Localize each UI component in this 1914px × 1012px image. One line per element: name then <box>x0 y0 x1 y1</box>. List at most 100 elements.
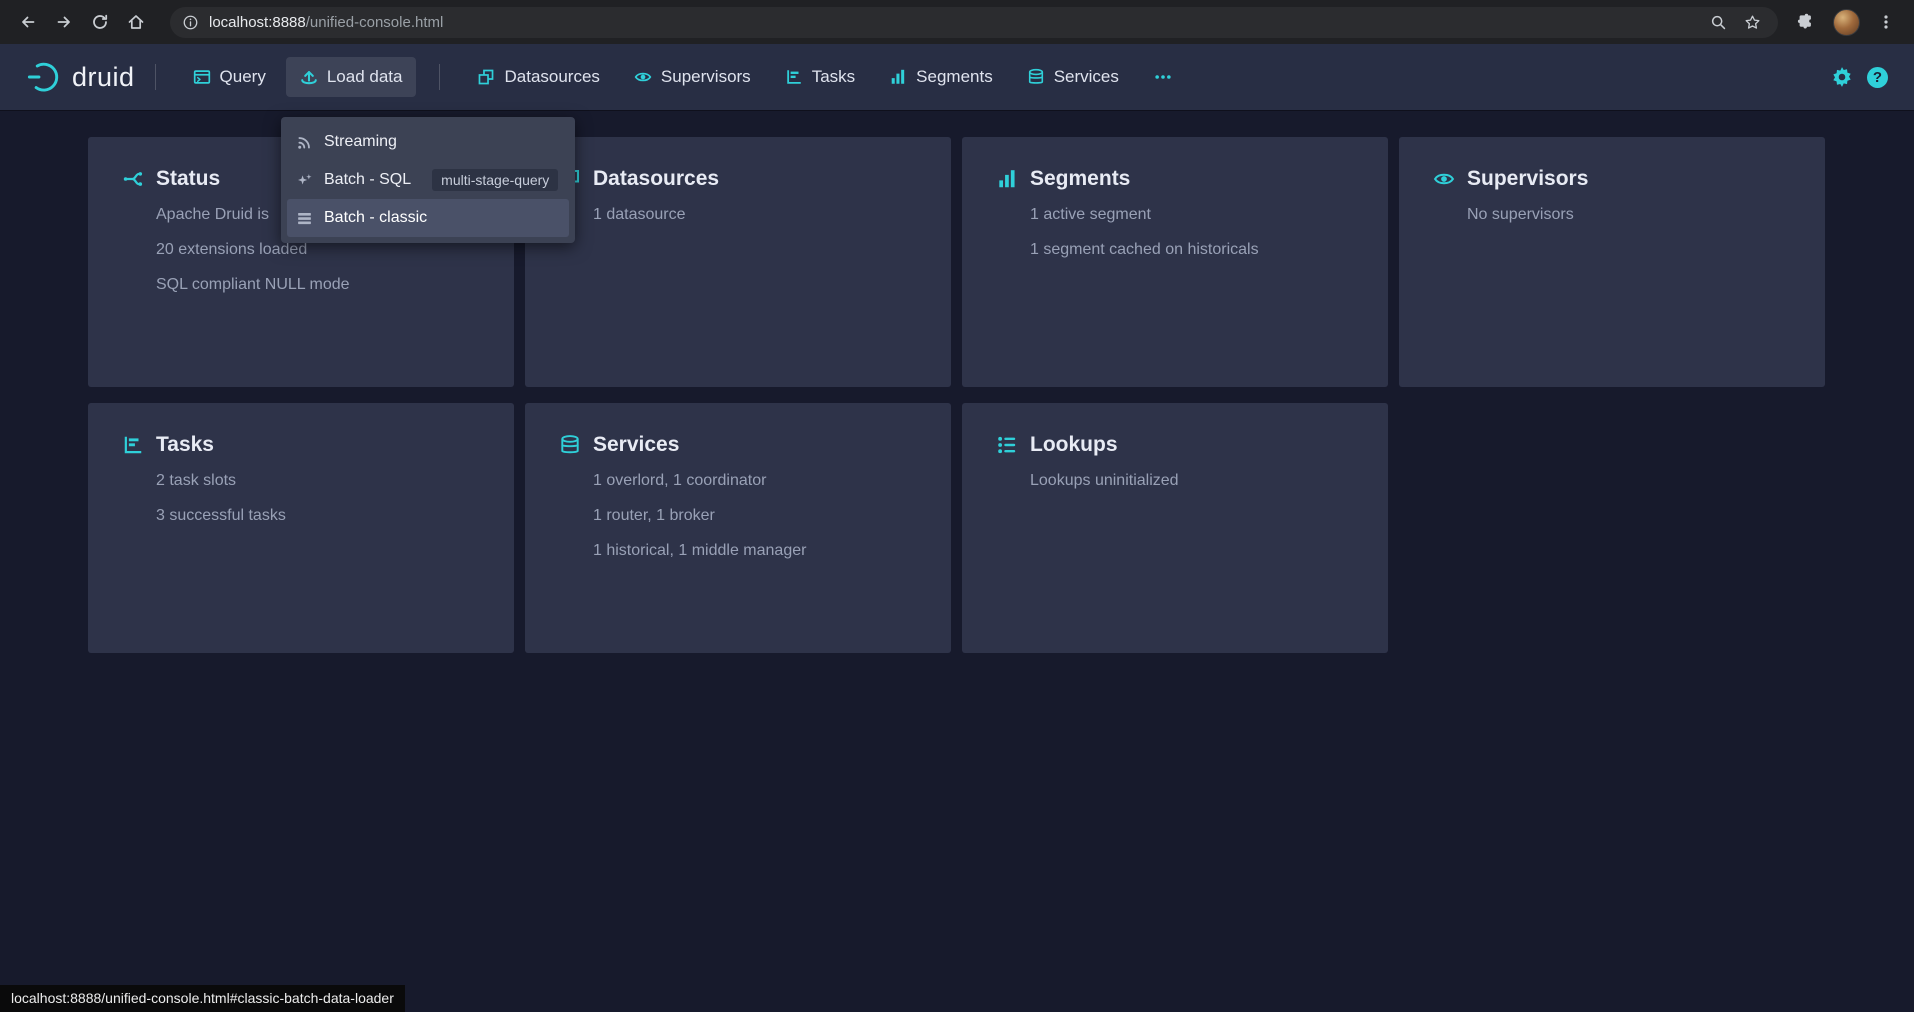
card-supervisors[interactable]: Supervisors No supervisors <box>1399 137 1825 387</box>
profile-button[interactable] <box>1828 4 1864 40</box>
back-button[interactable] <box>10 4 46 40</box>
bookmark-button[interactable] <box>1738 8 1766 36</box>
feed-icon <box>296 134 313 151</box>
upload-icon <box>300 68 318 86</box>
site-info-icon[interactable] <box>182 14 199 31</box>
nav-more-button[interactable] <box>1139 58 1187 96</box>
nav-divider <box>439 64 440 90</box>
nav-divider <box>155 64 156 90</box>
card-line: 1 active segment <box>1030 197 1364 232</box>
nav-item-label: Segments <box>916 67 993 87</box>
card-title: Tasks <box>156 433 214 457</box>
menu-item-label: Batch - classic <box>324 209 427 227</box>
menu-item-batch-sql[interactable]: Batch - SQL multi-stage-query <box>287 161 569 199</box>
settings-button[interactable] <box>1831 66 1853 88</box>
nav-item-supervisors[interactable]: Supervisors <box>620 57 765 97</box>
url-host: localhost:8888 <box>209 14 306 31</box>
card-services[interactable]: Services 1 overlord, 1 coordinator 1 rou… <box>525 403 951 653</box>
brand-name: druid <box>72 62 135 93</box>
database-icon <box>559 434 581 456</box>
zoom-icon <box>1710 14 1727 31</box>
nav-item-services[interactable]: Services <box>1013 57 1133 97</box>
database-icon <box>1027 68 1045 86</box>
nav-item-query[interactable]: Query <box>179 57 280 97</box>
card-line: 2 task slots <box>156 463 490 498</box>
card-line: 1 router, 1 broker <box>593 498 927 533</box>
back-icon <box>19 13 37 31</box>
nav-item-label: Datasources <box>504 67 599 87</box>
sparkle-icon <box>296 172 313 189</box>
address-bar[interactable]: localhost:8888/unified-console.html <box>170 7 1778 38</box>
forward-icon <box>55 13 73 31</box>
nav-item-label: Query <box>220 67 266 87</box>
avatar <box>1833 9 1860 36</box>
gantt-icon <box>785 68 803 86</box>
menu-item-batch-classic[interactable]: Batch - classic <box>287 199 569 237</box>
home-icon <box>127 13 145 31</box>
nav-item-label: Supervisors <box>661 67 751 87</box>
bar-chart-icon <box>996 168 1018 190</box>
forward-button[interactable] <box>46 4 82 40</box>
star-icon <box>1744 14 1761 31</box>
menu-item-label: Streaming <box>324 133 397 151</box>
gear-icon <box>1831 66 1853 88</box>
query-icon <box>193 68 211 86</box>
druid-logo-icon <box>26 59 62 95</box>
card-title: Lookups <box>1030 433 1118 457</box>
nav-item-label: Services <box>1054 67 1119 87</box>
list-rows-icon <box>296 210 313 227</box>
browser-toolbar: localhost:8888/unified-console.html <box>0 0 1914 44</box>
datasources-icon <box>477 68 495 86</box>
card-title: Status <box>156 167 220 191</box>
card-line: SQL compliant NULL mode <box>156 267 490 302</box>
bar-chart-icon <box>889 68 907 86</box>
nav-item-label: Load data <box>327 67 403 87</box>
home-button[interactable] <box>118 4 154 40</box>
card-tasks[interactable]: Tasks 2 task slots 3 successful tasks <box>88 403 514 653</box>
link-preview-statusbar: localhost:8888/unified-console.html#clas… <box>0 985 405 1012</box>
card-title: Segments <box>1030 167 1130 191</box>
url-path: /unified-console.html <box>306 14 444 31</box>
card-title: Services <box>593 433 679 457</box>
console-home: Status Apache Druid is 20 extensions loa… <box>0 110 1914 1012</box>
load-data-menu: Streaming Batch - SQL multi-stage-query … <box>281 117 575 243</box>
card-lookups[interactable]: Lookups Lookups uninitialized <box>962 403 1388 653</box>
help-icon: ? <box>1867 67 1888 88</box>
properties-list-icon <box>996 434 1018 456</box>
card-line: 1 historical, 1 middle manager <box>593 533 927 568</box>
nav-item-load-data[interactable]: Load data <box>286 57 417 97</box>
nav-item-datasources[interactable]: Datasources <box>463 57 613 97</box>
menu-item-label: Batch - SQL <box>324 171 411 189</box>
more-dots-icon <box>1153 68 1173 86</box>
eye-icon <box>1433 168 1455 190</box>
card-line: 1 datasource <box>593 197 927 232</box>
card-title: Datasources <box>593 167 719 191</box>
nav-item-segments[interactable]: Segments <box>875 57 1007 97</box>
kebab-menu-icon <box>1878 13 1894 31</box>
nav-item-label: Tasks <box>812 67 855 87</box>
fork-icon <box>122 168 144 190</box>
extensions-button[interactable] <box>1788 4 1824 40</box>
zoom-button[interactable] <box>1704 8 1732 36</box>
eye-icon <box>634 68 652 86</box>
card-segments[interactable]: Segments 1 active segment 1 segment cach… <box>962 137 1388 387</box>
gantt-icon <box>122 434 144 456</box>
url-text: localhost:8888/unified-console.html <box>209 14 1704 31</box>
menu-item-streaming[interactable]: Streaming <box>287 123 569 161</box>
card-line: Lookups uninitialized <box>1030 463 1364 498</box>
reload-button[interactable] <box>82 4 118 40</box>
card-line: 1 overlord, 1 coordinator <box>593 463 927 498</box>
brand[interactable]: druid <box>26 59 135 95</box>
nav-item-tasks[interactable]: Tasks <box>771 57 869 97</box>
help-button[interactable]: ? <box>1867 67 1888 88</box>
reload-icon <box>91 13 109 31</box>
browser-menu-button[interactable] <box>1868 4 1904 40</box>
card-line: 3 successful tasks <box>156 498 490 533</box>
druid-navbar: druid Query Load data Datasources Superv… <box>0 44 1914 110</box>
card-datasources[interactable]: Datasources 1 datasource <box>525 137 951 387</box>
card-title: Supervisors <box>1467 167 1588 191</box>
card-line: 1 segment cached on historicals <box>1030 232 1364 267</box>
msq-badge: multi-stage-query <box>432 169 558 191</box>
extensions-puzzle-icon <box>1797 13 1815 31</box>
card-line: No supervisors <box>1467 197 1801 232</box>
